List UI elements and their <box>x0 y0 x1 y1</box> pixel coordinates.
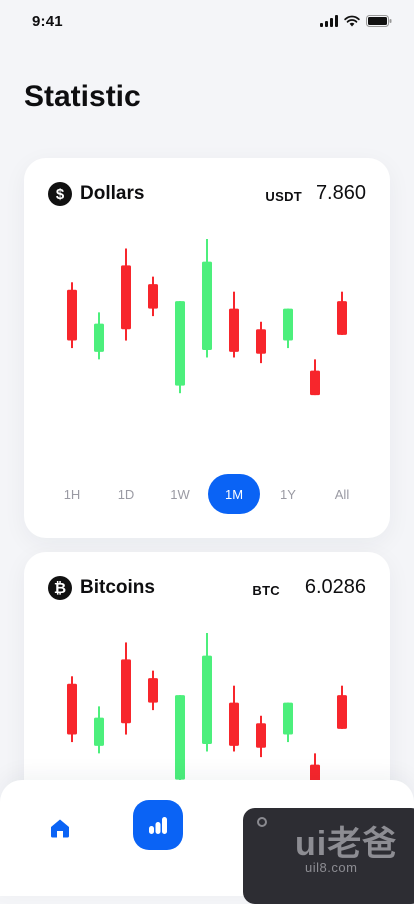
status-icons <box>320 15 392 27</box>
watermark-dot <box>257 817 267 827</box>
period-all[interactable]: All <box>316 474 368 514</box>
candle-down <box>67 683 77 735</box>
page-title: Statistic <box>24 80 141 113</box>
period-1y[interactable]: 1Y <box>262 474 314 514</box>
watermark-logo: ui老爸 uil8.com <box>243 808 414 904</box>
watermark-url: uil8.com <box>305 860 358 875</box>
candle-up <box>175 695 185 780</box>
home-tab[interactable] <box>48 816 72 840</box>
candle-down <box>337 301 347 335</box>
period-1w[interactable]: 1W <box>154 474 206 514</box>
period-1d[interactable]: 1D <box>100 474 152 514</box>
candle-down <box>310 370 320 396</box>
candle-down <box>229 702 239 746</box>
candle-down <box>67 289 77 341</box>
signal-icon <box>320 15 338 27</box>
candle-up <box>283 702 293 735</box>
dollars-card[interactable]: $ Dollars USDT 7.860 1H 1D 1W 1M 1Y All <box>24 158 390 538</box>
candle-up <box>94 323 104 352</box>
candle-up <box>94 717 104 746</box>
period-selector: 1H 1D 1W 1M 1Y All <box>48 474 390 514</box>
candle-up <box>202 261 212 350</box>
candle-down <box>229 308 239 352</box>
candle-down <box>256 329 266 354</box>
candle-up <box>175 301 185 386</box>
wifi-icon <box>344 15 360 27</box>
candle-up <box>202 655 212 744</box>
candle-down <box>256 723 266 748</box>
bar-chart-icon <box>149 817 167 834</box>
statistic-tab[interactable] <box>133 800 183 850</box>
watermark-brand: ui老爸 <box>295 825 398 863</box>
period-1h[interactable]: 1H <box>46 474 98 514</box>
candle-up <box>283 308 293 341</box>
candle-down <box>121 265 131 330</box>
battery-icon <box>366 15 392 27</box>
period-1m[interactable]: 1M <box>208 474 260 514</box>
home-icon <box>51 819 69 838</box>
candle-down <box>337 695 347 729</box>
status-bar: 9:41 <box>0 0 414 44</box>
candle-down <box>148 678 158 703</box>
status-time: 9:41 <box>32 13 63 30</box>
candle-down <box>121 659 131 724</box>
candlestick-chart <box>67 239 347 396</box>
candle-down <box>148 284 158 309</box>
